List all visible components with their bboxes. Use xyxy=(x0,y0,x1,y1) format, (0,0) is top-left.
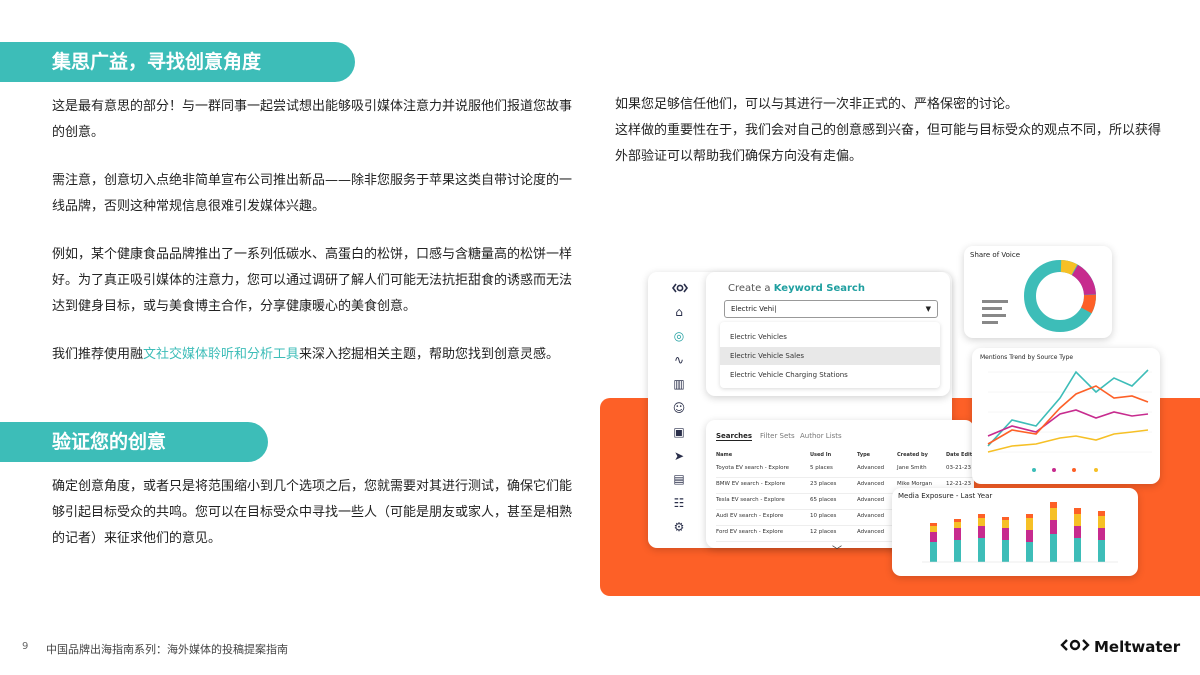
cell: Advanced xyxy=(857,481,885,487)
search-panel-title: Create a Keyword Search xyxy=(728,283,865,294)
publish-icon[interactable]: ➤ xyxy=(672,449,686,463)
cell: Mike Morgan xyxy=(897,481,933,487)
donut xyxy=(1024,260,1096,332)
dropdown-item[interactable]: Electric Vehicle Charging Stations xyxy=(720,366,940,384)
cell: 65 places xyxy=(810,497,837,503)
mentions-trend-card: Mentions Trend by Source Type xyxy=(972,348,1160,484)
text: 我们推荐使用融 xyxy=(52,347,144,362)
cell: Advanced xyxy=(857,465,885,471)
inbox-icon[interactable]: ▣ xyxy=(672,425,686,439)
section-title-validate: 验证您的创意 xyxy=(0,422,268,462)
people-icon[interactable]: ☺ xyxy=(672,401,686,415)
column-header: Created by xyxy=(897,452,928,458)
series-line-news xyxy=(987,369,1149,447)
column-header: Used In xyxy=(810,452,832,458)
meltwater-logo-icon xyxy=(672,282,688,296)
cell: Advanced xyxy=(857,513,885,519)
chevron-down-icon[interactable]: ﹀ xyxy=(832,542,842,557)
nav-rail: ⌂ ◎ ∿ ▥ ☺ ▣ ➤ ▤ ☷ ⚙ xyxy=(648,272,706,548)
media-exposure-card: Media Exposure - Last Year xyxy=(892,488,1138,576)
tab-searches[interactable]: Searches xyxy=(716,432,753,441)
document-icon[interactable]: ▤ xyxy=(672,472,686,486)
share-of-voice-chart xyxy=(982,260,1096,332)
cell: 12 places xyxy=(810,529,837,535)
paragraph: 确定创意角度，或者只是将范围缩小到几个选项之后，您就需要对其进行测试，确保它们能… xyxy=(52,479,573,546)
cell: 10 places xyxy=(810,513,837,519)
meltwater-mark-icon xyxy=(1060,638,1094,656)
paragraph: 例如，某个健康食品品牌推出了一系列低碳水、高蛋白的松饼，口感与含糖量高的松饼一样… xyxy=(52,247,573,314)
search-value: Electric Vehi| xyxy=(731,305,777,313)
cell: Advanced xyxy=(857,497,885,503)
paragraph: 需注意，创意切入点绝非简单宣布公司推出新品——除非您服务于苹果这类自带讨论度的一… xyxy=(52,173,573,214)
footer-title: 中国品牌出海指南系列：海外媒体的投稿提案指南 xyxy=(46,643,288,656)
text: Create a xyxy=(728,283,774,294)
media-exposure-chart xyxy=(922,502,1118,563)
suggestion-dropdown: Electric Vehicles Electric Vehicle Sales… xyxy=(720,322,940,388)
column-header: Name xyxy=(716,452,733,458)
paragraph-tools: 我们推荐使用融文社交媒体聆听和分析工具来深入挖掘相关主题，帮助您找到创意灵感。 xyxy=(52,342,584,368)
cell: Tesla EV search - Explore xyxy=(716,497,785,503)
settings-icon[interactable]: ⚙ xyxy=(672,520,686,534)
caret-down-icon: ▼ xyxy=(925,305,931,313)
section-title-brainstorm: 集思广益，寻找创意角度 xyxy=(0,42,355,82)
mentions-trend-chart xyxy=(987,369,1152,472)
pulse-icon[interactable]: ∿ xyxy=(672,353,686,367)
keyword-search-input[interactable]: Electric Vehi| ▼ xyxy=(724,300,938,318)
dropdown-item[interactable]: Electric Vehicle Sales xyxy=(720,347,940,365)
cell: Advanced xyxy=(857,529,885,535)
dropdown-item[interactable]: Electric Vehicles xyxy=(720,328,940,346)
analytics-icon[interactable]: ▥ xyxy=(672,377,686,391)
cell: Toyota EV search - Explore xyxy=(716,465,790,471)
bars xyxy=(930,502,1105,562)
cell: BMW EV search - Explore xyxy=(716,481,786,487)
text: 来深入挖掘相关主题，帮助您找到创意灵感。 xyxy=(299,347,560,362)
tab-filter-sets[interactable]: Filter Sets xyxy=(760,432,795,440)
series-line-podcasts xyxy=(987,429,1149,453)
share-of-voice-card: Share of Voice xyxy=(964,246,1112,338)
cell: 23 places xyxy=(810,481,837,487)
brand-name: Meltwater xyxy=(1094,638,1181,656)
legend xyxy=(1032,468,1098,472)
paragraph: 这是最有意思的部分！与一群同事一起尝试想出能够吸引媒体注意力并说服他们报道您故事… xyxy=(52,99,573,140)
meltwater-logo: Meltwater xyxy=(1060,638,1180,656)
paragraph: 这样做的重要性在于，我们会对自己的创意感到兴奋，但可能与目标受众的观点不同，所以… xyxy=(615,123,1162,164)
cell: 5 places xyxy=(810,465,833,471)
cell: 03-21-23 xyxy=(946,465,971,471)
explore-icon[interactable]: ◎ xyxy=(672,329,686,343)
paragraph: 如果您足够信任他们，可以与其进行一次非正式的、严格保密的讨论。 xyxy=(615,97,1019,112)
text: Keyword Search xyxy=(773,283,865,294)
tools-link[interactable]: 文社交媒体聆听和分析工具 xyxy=(143,347,299,362)
cell: 12-21-23 xyxy=(946,481,971,487)
tree-icon[interactable]: ☷ xyxy=(672,496,686,510)
home-icon[interactable]: ⌂ xyxy=(672,305,686,319)
cell: Audi EV search - Explore xyxy=(716,513,784,519)
cell: Jane Smith xyxy=(897,465,927,471)
table-row[interactable]: Toyota EV search - Explore 5 places Adva… xyxy=(716,462,974,478)
tab-author-lists[interactable]: Author Lists xyxy=(800,432,842,440)
page-number: 9 xyxy=(22,641,29,652)
cell: Ford EV search - Explore xyxy=(716,529,784,535)
column-header: Type xyxy=(857,452,871,458)
legend-lines xyxy=(982,300,1008,324)
